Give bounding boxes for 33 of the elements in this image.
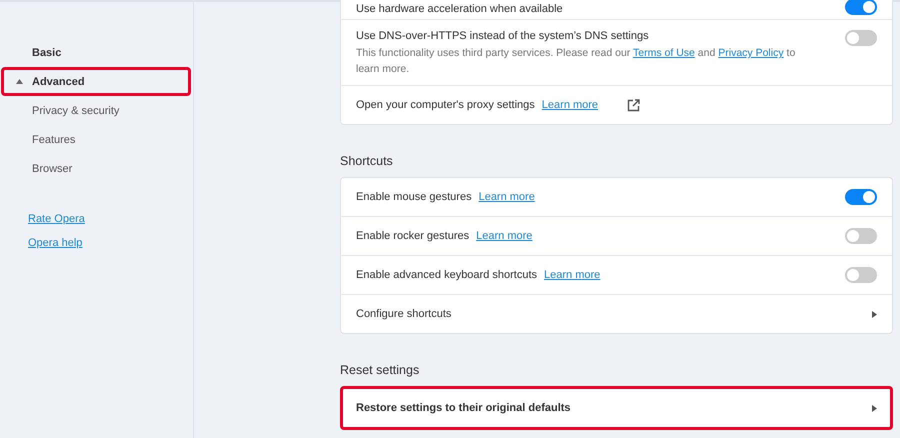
toggle-switch[interactable] — [845, 0, 877, 15]
setting-description: This functionality uses third party services. Please read our Terms of Use and Privacy Policy to learn more. — [356, 46, 796, 77]
sidebar-item[interactable]: Privacy & security — [1, 96, 191, 125]
section-title: Reset settings — [340, 363, 420, 377]
learn-more-link[interactable]: Learn more — [544, 269, 600, 281]
chevron-right-icon — [872, 310, 877, 318]
setting-label: Enable advanced keyboard shortcuts — [356, 269, 538, 281]
toggle-switch[interactable] — [845, 30, 877, 46]
toggle-switch[interactable] — [845, 228, 877, 244]
setting-label: Configure shortcuts — [356, 308, 452, 320]
link[interactable]: Terms of Use — [633, 47, 695, 59]
learn-more-link[interactable]: Learn more — [478, 191, 535, 203]
setting-label: Use hardware acceleration when available — [356, 3, 563, 15]
caret-up-icon — [16, 79, 23, 84]
sidebar-link[interactable]: Opera help — [28, 237, 82, 249]
section-title: Shortcuts — [340, 154, 394, 168]
toggle-switch[interactable] — [845, 189, 877, 205]
sidebar-item[interactable]: Features — [1, 125, 191, 154]
toggle-switch[interactable] — [845, 267, 877, 283]
external-link-icon[interactable] — [627, 98, 640, 112]
setting-label: Enable mouse gestures — [356, 191, 472, 203]
learn-more-link[interactable]: Learn more — [542, 98, 598, 110]
sidebar-item[interactable]: Advanced — [1, 67, 191, 96]
learn-more-link[interactable]: Learn more — [476, 230, 532, 242]
setting-label: Open your computer's proxy settings — [356, 99, 535, 111]
sidebar-item[interactable]: Basic — [1, 38, 191, 67]
sidebar-link[interactable]: Rate Opera — [28, 213, 85, 225]
setting-label: Use DNS-over-HTTPS instead of the system’s DNS settings — [356, 30, 649, 42]
chevron-right-icon — [872, 404, 877, 412]
setting-label: Enable rocker gestures — [356, 230, 470, 242]
sidebar-item[interactable]: Browser — [1, 154, 191, 183]
setting-label: Restore settings to their original defaults — [356, 402, 571, 414]
link[interactable]: Privacy Policy — [718, 47, 784, 59]
